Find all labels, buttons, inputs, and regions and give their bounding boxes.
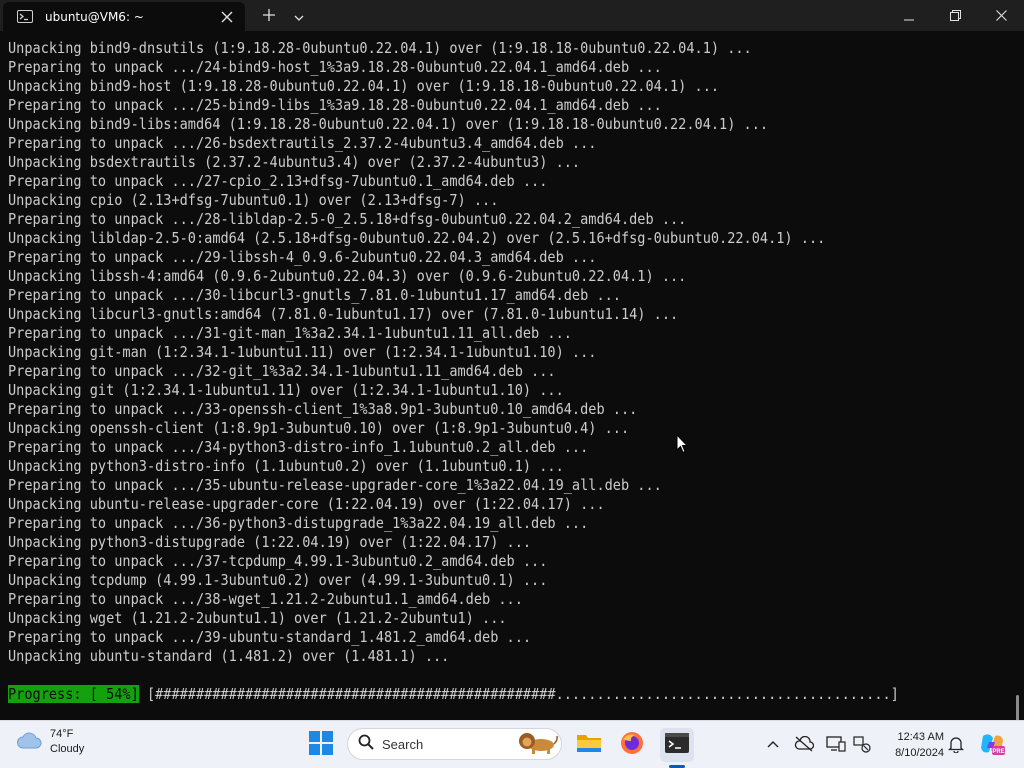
terminal-line: Unpacking wget (1.21.2-2ubuntu1.1) over …: [8, 609, 507, 627]
terminal-line: Preparing to unpack .../34-python3-distr…: [8, 438, 589, 456]
network-icon[interactable]: [851, 733, 873, 755]
terminal-line: Preparing to unpack .../26-bsdextrautils…: [8, 134, 597, 152]
system-clock[interactable]: 12:43 AM 8/10/2024: [874, 729, 944, 761]
search-icon: [358, 734, 374, 754]
cloud-icon: [16, 731, 42, 753]
terminal-line: Preparing to unpack .../35-ubuntu-releas…: [8, 476, 662, 494]
firefox-icon: [620, 731, 644, 759]
weather-widget[interactable]: 74°F Cloudy: [16, 727, 84, 757]
terminal-line: Unpacking python3-distupgrade (1:22.04.1…: [8, 533, 532, 551]
terminal-line: Unpacking openssh-client (1:8.9p1-3ubunt…: [8, 419, 630, 437]
terminal-line: Preparing to unpack .../39-ubuntu-standa…: [8, 628, 532, 646]
progress-bar: [#######################################…: [138, 685, 899, 703]
terminal-line: Unpacking ubuntu-standard (1.481.2) over…: [8, 647, 450, 665]
search-placeholder: Search: [382, 736, 424, 752]
maximize-button[interactable]: [932, 0, 978, 31]
chevron-up-icon[interactable]: [762, 733, 784, 755]
terminal-line: Unpacking git (1:2.34.1-1ubuntu1.11) ove…: [8, 381, 564, 399]
progress-label: Progress: [ 54%]: [8, 685, 139, 703]
terminal-line: Unpacking libssh-4:amd64 (0.9.6-2ubuntu0…: [8, 267, 687, 285]
terminal-line: Unpacking bind9-dnsutils (1:9.18.28-0ubu…: [8, 39, 752, 57]
terminal-line: Preparing to unpack .../29-libssh-4_0.9.…: [8, 248, 597, 266]
terminal-icon: [17, 10, 33, 23]
terminal-icon: [665, 733, 689, 757]
taskbar-search[interactable]: Search: [347, 728, 562, 760]
close-window-button[interactable]: [978, 0, 1024, 31]
terminal-line: Preparing to unpack .../24-bind9-host_1%…: [8, 58, 662, 76]
close-icon: [995, 6, 1007, 25]
taskbar: 74°F Cloudy Search 12:43 AM 8/10/2024 PR…: [0, 720, 1024, 768]
firefox-button[interactable]: [615, 728, 649, 762]
terminal-line: Unpacking libcurl3-gnutls:amd64 (7.81.0-…: [8, 305, 679, 323]
clock-time: 12:43 AM: [897, 731, 944, 743]
file-explorer-button[interactable]: [572, 728, 606, 762]
windows-start-icon: [309, 731, 333, 759]
mouse-cursor-icon: [676, 433, 689, 458]
terminal-line: Unpacking tcpdump (4.99.1-3ubuntu0.2) ov…: [8, 571, 548, 589]
file-explorer-icon: [576, 732, 602, 758]
copilot-pre-badge: PRE: [992, 749, 1004, 755]
clock-date: 8/10/2024: [895, 747, 944, 759]
terminal-line: Preparing to unpack .../32-git_1%3a2.34.…: [8, 362, 556, 380]
terminal-line: Unpacking bsdextrautils (2.37.2-4ubuntu3…: [8, 153, 581, 171]
onedrive-offline-icon[interactable]: [793, 733, 815, 755]
minimize-button[interactable]: [886, 0, 932, 31]
new-tab-button[interactable]: [254, 0, 284, 31]
terminal-line: Unpacking bind9-libs:amd64 (1:9.18.28-0u…: [8, 115, 769, 133]
search-highlight-lion-icon: [515, 730, 559, 758]
tab-title: ubuntu@VM6: ~: [45, 9, 144, 24]
terminal-line: Preparing to unpack .../33-openssh-clien…: [8, 400, 638, 418]
title-bar: ubuntu@VM6: ~: [0, 0, 1024, 31]
display-icon[interactable]: [825, 733, 847, 755]
weather-condition: Cloudy: [50, 743, 85, 755]
terminal-line: Preparing to unpack .../38-wget_1.21.2-2…: [8, 590, 523, 608]
terminal-line: Unpacking ubuntu-release-upgrader-core (…: [8, 495, 605, 513]
tab-dropdown-button[interactable]: [286, 0, 312, 31]
terminal-line: Preparing to unpack .../37-tcpdump_4.99.…: [8, 552, 548, 570]
copilot-icon[interactable]: PRE: [979, 731, 1005, 757]
terminal-taskbar-button[interactable]: [660, 728, 694, 762]
plus-icon: [263, 6, 275, 25]
notification-bell-icon[interactable]: [945, 733, 967, 755]
terminal-line: Unpacking git-man (1:2.34.1-1ubuntu1.11)…: [8, 343, 597, 361]
terminal-line: Preparing to unpack .../31-git-man_1%3a2…: [8, 324, 572, 342]
terminal-line: Preparing to unpack .../28-libldap-2.5-0…: [8, 210, 687, 228]
terminal-line: Unpacking cpio (2.13+dfsg-7ubuntu0.1) ov…: [8, 191, 499, 209]
chevron-down-icon: [294, 6, 304, 25]
terminal-output[interactable]: Unpacking bind9-dnsutils (1:9.18.28-0ubu…: [0, 31, 1024, 731]
start-button[interactable]: [304, 728, 338, 762]
terminal-line: Unpacking bind9-host (1:9.18.28-0ubuntu0…: [8, 77, 720, 95]
terminal-line: Preparing to unpack .../36-python3-distu…: [8, 514, 589, 532]
close-tab-icon[interactable]: [213, 5, 241, 29]
terminal-line: Preparing to unpack .../25-bind9-libs_1%…: [8, 96, 662, 114]
maximize-icon: [949, 6, 961, 25]
terminal-line: Unpacking python3-distro-info (1.1ubuntu…: [8, 457, 564, 475]
terminal-line: Preparing to unpack .../27-cpio_2.13+dfs…: [8, 172, 548, 190]
terminal-tab[interactable]: ubuntu@VM6: ~: [3, 2, 245, 31]
minimize-icon: [904, 6, 914, 25]
weather-temp: 74°F: [50, 728, 74, 740]
progress-line: Progress: [ 54%] [######################…: [8, 685, 899, 704]
terminal-line: Unpacking libldap-2.5-0:amd64 (2.5.18+df…: [8, 229, 826, 247]
terminal-line: Preparing to unpack .../30-libcurl3-gnut…: [8, 286, 621, 304]
